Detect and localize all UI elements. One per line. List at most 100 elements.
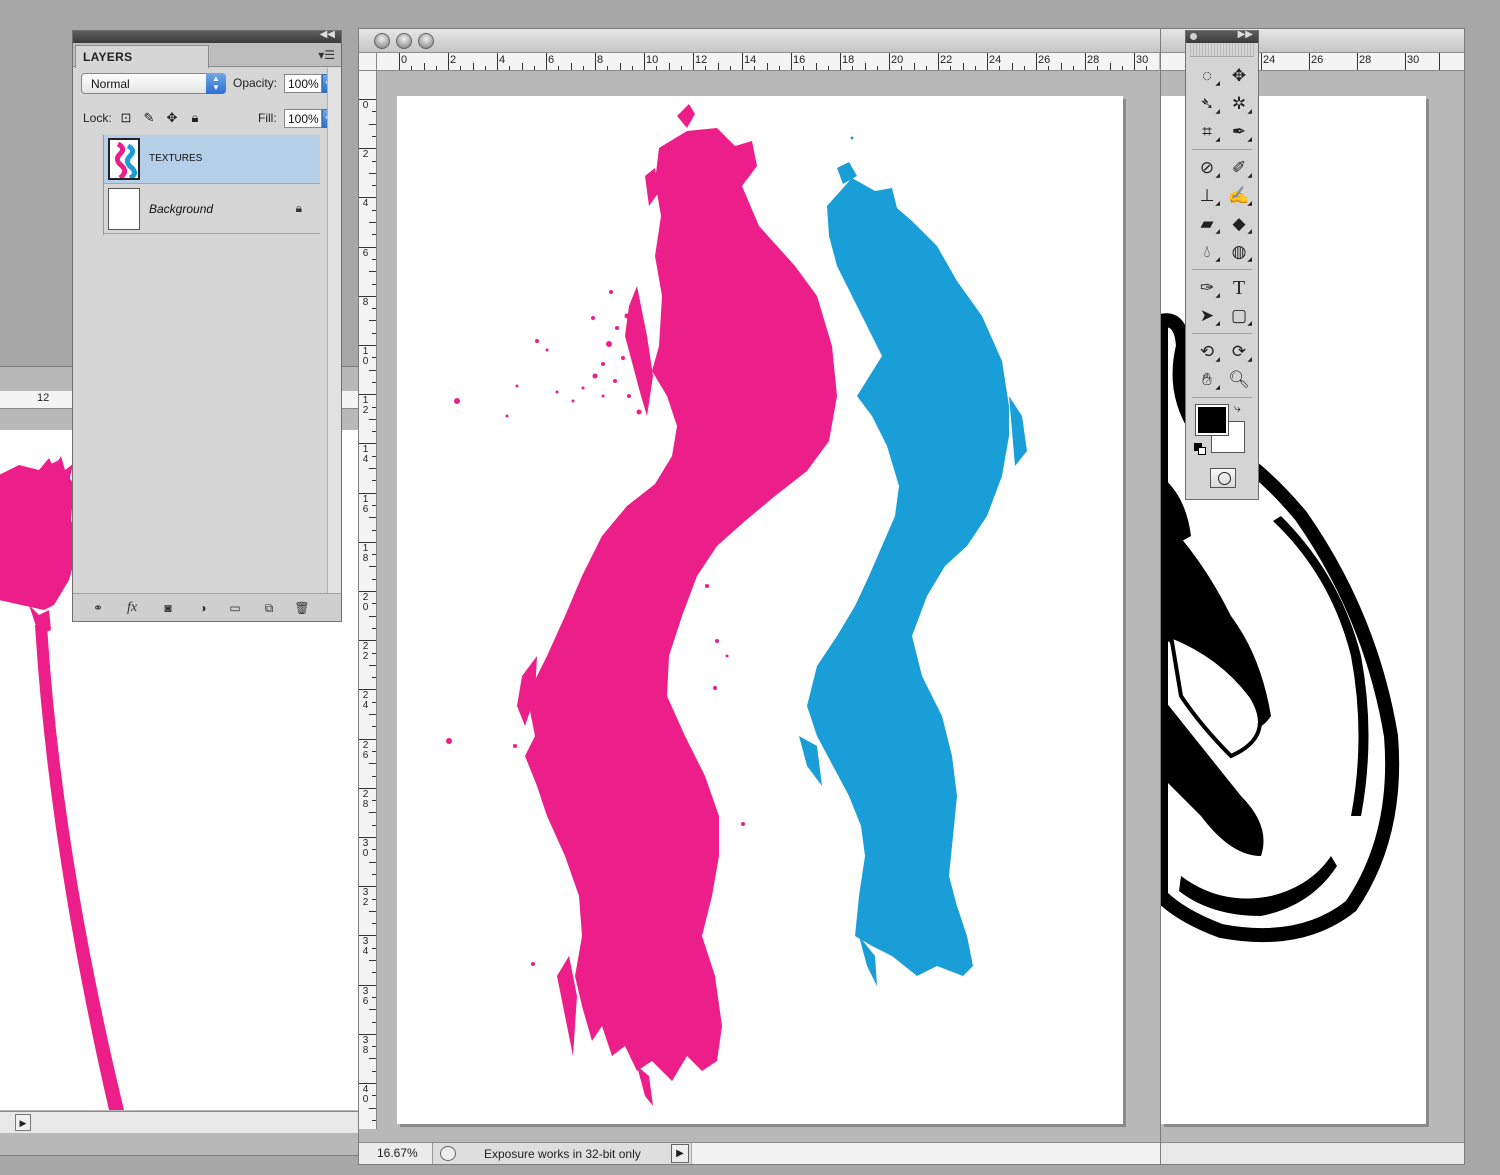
lock-label: Lock: <box>83 111 112 125</box>
ruler-label: 10 <box>362 346 369 367</box>
main-document-window[interactable]: 0 2 4 6 8 10 12 14 16 18 20 22 24 26 28 30 0 2 4 6 8 10 12 14 1… <box>358 28 1161 1165</box>
minimize-window-icon[interactable] <box>396 33 412 49</box>
ruler-label: 22 <box>940 54 953 66</box>
layers-panel[interactable]: ◀◀ LAYERS ▾☰ Normal ▲▼ Opacity: 100% ▼ L… <box>72 29 342 622</box>
layers-scrollbar[interactable] <box>327 68 341 593</box>
quick-mask-icon[interactable] <box>1210 468 1236 488</box>
zoom-window-icon[interactable] <box>418 33 434 49</box>
tools-panel[interactable]: ▶▶ ◌ ◢ ✥ ➴ ◢ ✲ ◢ ⌗ ◢ ✒ ◢ ⊘ ◢ ✐ ◢ ⊥ ◢ ✍ ◢ ▰ ◢ ◆ ◢ 💧︎… <box>1185 29 1259 500</box>
tools-panel-titlebar[interactable]: ▶▶ <box>1186 29 1258 43</box>
lasso-icon[interactable]: ➴ ◢ <box>1193 91 1221 117</box>
3d-rotate-icon[interactable]: ⟲ ◢ <box>1193 339 1221 365</box>
ruler-minor-tick <box>619 63 621 70</box>
hand-icon[interactable]: ✋︎ ◢ <box>1193 367 1221 393</box>
ruler-minor-tick <box>372 824 376 826</box>
ruler-label: 0 <box>401 54 408 66</box>
magic-wand-icon[interactable]: ✲ ◢ <box>1225 91 1253 117</box>
fill-field[interactable]: 100% <box>284 109 322 128</box>
pen-icon[interactable]: ✑ ◢ <box>1193 275 1221 301</box>
ruler-label: 4 <box>362 198 369 210</box>
history-brush-icon[interactable]: ✍ ◢ <box>1225 183 1253 209</box>
main-horizontal-ruler[interactable]: 0 2 4 6 8 10 12 14 16 18 20 22 24 26 28 30 <box>377 53 1159 71</box>
ruler-minor-tick <box>372 234 376 236</box>
ruler-minor-tick <box>369 566 376 568</box>
ruler-minor-tick <box>668 63 670 70</box>
lock-pixels-icon[interactable]: ✎ <box>141 110 157 126</box>
opacity-field[interactable]: 100% <box>284 74 322 93</box>
new-group-icon[interactable]: ▭ <box>226 600 244 616</box>
right-ruler-label: 28 <box>1359 54 1372 66</box>
lock-all-icon[interactable]: 🔒︎ <box>187 110 203 126</box>
ruler-minor-tick <box>372 947 376 949</box>
zoom-icon[interactable]: 🔍︎ <box>1225 367 1253 393</box>
tools-grip[interactable] <box>1190 43 1254 57</box>
ruler-minor-tick <box>950 66 952 70</box>
crop-icon[interactable]: ⌗ ◢ <box>1193 119 1221 145</box>
brush-icon[interactable]: ✐ ◢ <box>1225 155 1253 181</box>
ruler-minor-tick <box>729 66 731 70</box>
trash-icon[interactable]: 🗑︎ <box>293 600 311 616</box>
panel-menu-icon[interactable]: ▾☰ <box>318 48 335 62</box>
status-arrow-icon[interactable]: ▶ <box>671 1144 689 1163</box>
clone-stamp-icon[interactable]: ⊥ ◢ <box>1193 183 1221 209</box>
default-colors-icon[interactable] <box>1194 443 1206 455</box>
ruler-label: 6 <box>362 247 369 259</box>
left-status-play-icon[interactable]: ▶ <box>15 1114 31 1131</box>
lock-transparency-icon[interactable]: ⊡ <box>118 110 134 126</box>
adjustment-layer-icon[interactable]: ◑ <box>194 600 212 616</box>
ruler-minor-tick <box>925 66 927 70</box>
ruler-minor-tick <box>864 63 866 70</box>
ruler-minor-tick <box>372 849 376 851</box>
healing-brush-icon[interactable]: ⊘ ◢ <box>1193 155 1221 181</box>
main-vertical-ruler[interactable]: 024681012141618202224262830323436384042 <box>359 71 377 1129</box>
layer-mask-icon[interactable]: ◙ <box>159 600 177 616</box>
dodge-icon[interactable]: ◍ ◢ <box>1225 239 1253 265</box>
paint-bucket-icon[interactable]: ◆ ◢ <box>1225 211 1253 237</box>
ruler-minor-tick <box>435 66 437 70</box>
status-menu-icon[interactable] <box>440 1146 456 1161</box>
expand-panel-icon[interactable]: ▶▶ <box>1238 29 1253 40</box>
ruler-minor-tick <box>369 123 376 125</box>
ruler-minor-tick <box>369 517 376 519</box>
layer-row-background[interactable]: Background 🔒︎ <box>104 185 320 234</box>
3d-orbit-icon[interactable]: ⟳ ◢ <box>1225 339 1253 365</box>
tab-layers[interactable]: LAYERS <box>75 45 209 68</box>
new-layer-icon[interactable]: ⧉ <box>260 600 278 616</box>
collapse-panel-icon[interactable]: ◀◀ <box>320 29 335 40</box>
shape-icon[interactable]: ▢ ◢ <box>1225 303 1253 329</box>
blur-icon[interactable]: 💧︎ ◢ <box>1193 239 1221 265</box>
ruler-label: 24 <box>362 690 369 712</box>
marquee-icon[interactable]: ◌ ◢ <box>1193 63 1221 89</box>
horizontal-scrollbar[interactable] <box>691 1143 1160 1164</box>
foreground-color-swatch[interactable] <box>1195 404 1229 436</box>
ruler-minor-tick <box>369 418 376 420</box>
type-icon[interactable]: T <box>1225 275 1253 301</box>
path-selection-icon[interactable]: ➤ ◢ <box>1193 303 1221 329</box>
eyedropper-icon[interactable]: ✒ ◢ <box>1225 119 1253 145</box>
ruler-minor-tick <box>372 800 376 802</box>
eraser-icon[interactable]: ▰ ◢ <box>1193 211 1221 237</box>
ruler-minor-tick <box>472 63 474 70</box>
main-canvas-area[interactable] <box>377 71 1159 1129</box>
layers-panel-titlebar[interactable]: ◀◀ <box>73 29 341 43</box>
layer-row-textures[interactable]: TEXTURES <box>104 135 320 184</box>
close-panel-icon[interactable] <box>1190 33 1197 40</box>
zoom-level-field[interactable]: 16.67% <box>359 1143 433 1164</box>
ruler-origin[interactable] <box>359 53 377 71</box>
ruler-minor-tick <box>372 578 376 580</box>
blend-mode-select[interactable]: Normal ▲ ▼ <box>81 73 226 94</box>
ruler-minor-tick <box>372 431 376 433</box>
ruler-label: 20 <box>891 54 904 66</box>
fx-icon[interactable]: fx <box>123 600 141 616</box>
right-ruler-label: 26 <box>1311 54 1324 66</box>
ruler-label: 16 <box>362 493 369 515</box>
ruler-label: 14 <box>744 54 757 66</box>
close-window-icon[interactable] <box>374 33 390 49</box>
lock-position-icon[interactable]: ✥ <box>164 110 180 126</box>
ruler-minor-tick <box>460 66 462 70</box>
main-title-bar[interactable] <box>359 29 1160 53</box>
move-icon[interactable]: ✥ <box>1225 63 1253 89</box>
ruler-label: 32 <box>362 887 369 909</box>
swap-colors-icon[interactable]: ⤷ <box>1234 401 1241 416</box>
link-layers-icon[interactable]: ⚭ <box>89 600 107 616</box>
